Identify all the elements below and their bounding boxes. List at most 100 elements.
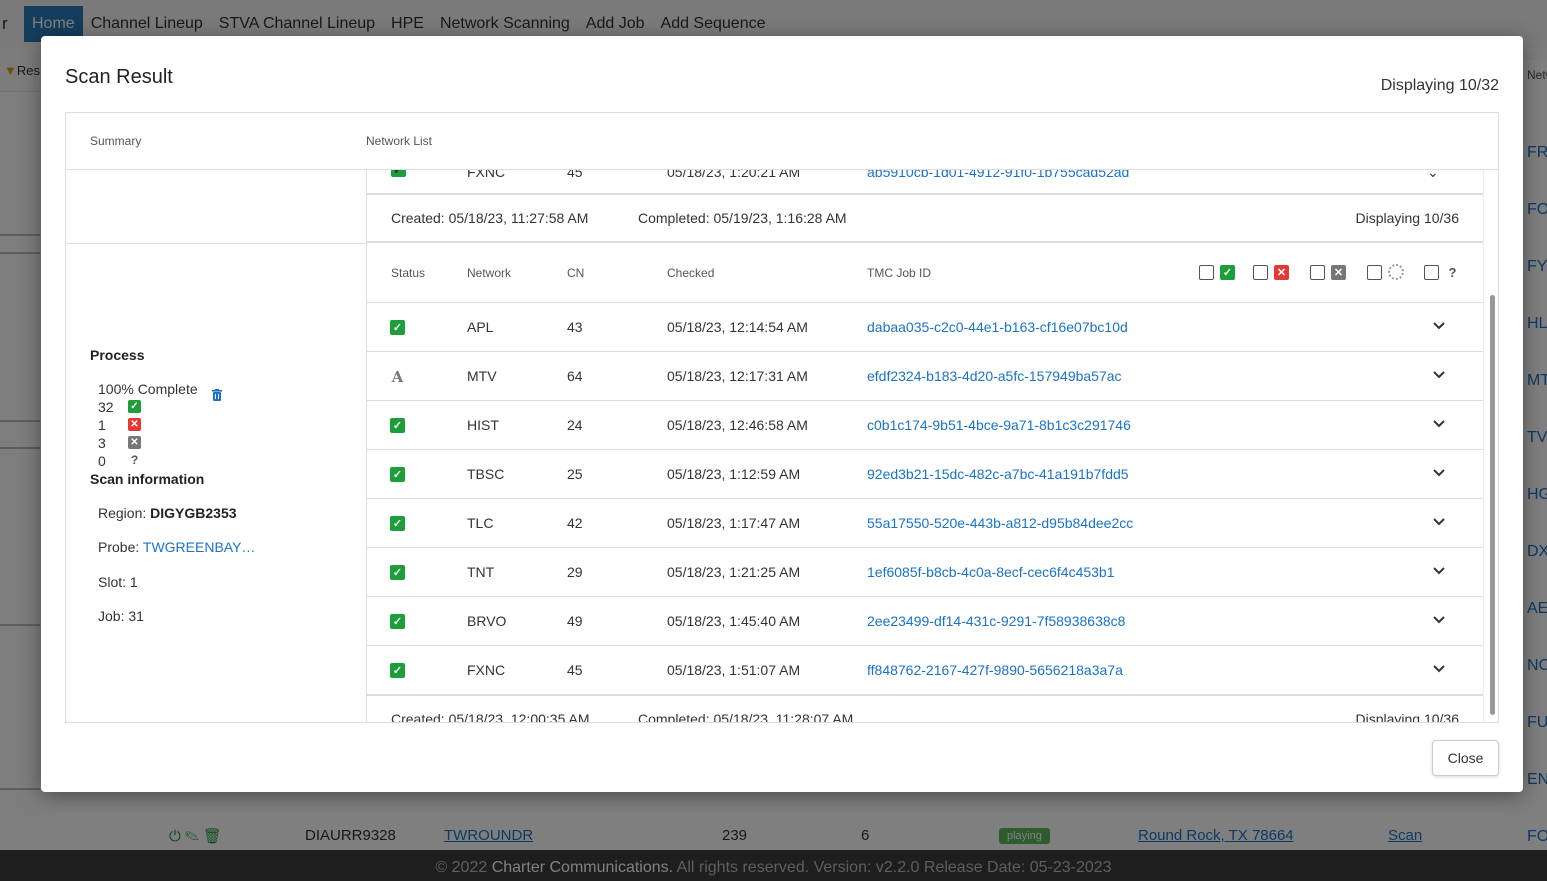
chevron-down-icon[interactable] xyxy=(1429,364,1449,384)
filter-ok[interactable]: ✓ xyxy=(1199,264,1235,280)
scan-result-modal: Scan Result Displaying 10/32 Summary Net… xyxy=(41,36,1523,792)
checked-cell: 05/18/23, 12:17:31 AM xyxy=(667,368,808,384)
block-displaying-count: Displaying 10/36 xyxy=(1355,711,1459,723)
checked-cell: 05/18/23, 1:21:25 AM xyxy=(667,564,801,580)
filter-skipped[interactable]: ✕ xyxy=(1310,264,1346,280)
table-row[interactable]: ✓ TNT 29 05/18/23, 1:21:25 AM 1ef6085f-b8cb-… xyxy=(367,548,1483,597)
trash-icon[interactable] xyxy=(212,389,222,401)
filter-unknown[interactable]: ? xyxy=(1424,264,1460,280)
table-row[interactable]: A MTV 64 05/18/23, 12:17:31 AM efdf2324-b183… xyxy=(367,352,1483,401)
network-cell: FXNC xyxy=(467,170,506,180)
chevron-down-icon[interactable] xyxy=(1429,658,1449,678)
job-id-link[interactable]: c0b1c174-9b51-4bce-9a71-8b1c3c291746 xyxy=(867,417,1131,433)
filter-unknown-checkbox[interactable] xyxy=(1424,264,1439,280)
table-row[interactable]: ✓ APL 43 05/18/23, 12:14:54 AM dabaa035-c2c0… xyxy=(367,303,1483,352)
cn-cell: 43 xyxy=(567,319,583,335)
chevron-down-icon[interactable] xyxy=(1429,560,1449,580)
region-line: Region: DIGYGB2353 xyxy=(98,505,237,521)
status-header: Status xyxy=(391,266,426,280)
column-header: Summary Network List xyxy=(66,113,1498,170)
created-text: Created: 05/18/23, 12:00:35 AM xyxy=(391,711,590,723)
error-icon: ✕ xyxy=(128,418,141,431)
count-unknown: 0 xyxy=(98,453,106,469)
scan-info-title: Scan information xyxy=(90,471,205,487)
network-cell: TLC xyxy=(467,515,494,531)
table-row[interactable]: ✓ FXNC 45 05/18/23, 1:51:07 AM ff848762-2167… xyxy=(367,646,1483,695)
network-header: Network xyxy=(467,266,512,280)
block-meta-bar: Created: 05/18/23, 11:27:58 AM Completed… xyxy=(367,193,1483,243)
job-id-link[interactable]: dabaa035-c2c0-44e1-b163-cf16e07bc10d xyxy=(867,319,1128,335)
cn-cell: 49 xyxy=(567,613,583,629)
modal-title: Scan Result xyxy=(65,66,173,88)
block-meta-bar: Created: 05/18/23, 12:00:35 AM Completed… xyxy=(367,694,1483,723)
check-icon: ✓ xyxy=(390,565,405,580)
job-id-link[interactable]: 92ed3b21-15dc-482c-a7bc-41a191b7fdd5 xyxy=(867,466,1129,482)
error-icon: ✕ xyxy=(1274,264,1289,280)
cn-cell: 24 xyxy=(567,417,583,433)
table-row[interactable]: ✓ HIST 24 05/18/23, 12:46:58 AM c0b1c174-9b5… xyxy=(367,401,1483,450)
job-id-link[interactable]: 55a17550-520e-443b-a812-d95b84dee2cc xyxy=(867,515,1133,531)
count-skipped: 3 xyxy=(98,435,106,451)
check-icon: ✓ xyxy=(390,663,405,678)
job-id-link[interactable]: ff848762-2167-427f-9890-5656218a3a7a xyxy=(867,662,1123,678)
filter-error-checkbox[interactable] xyxy=(1253,264,1268,280)
filter-error[interactable]: ✕ xyxy=(1253,264,1289,280)
check-icon: ✓ xyxy=(1220,264,1235,280)
job-id-link[interactable]: efdf2324-b183-4d20-a5fc-157949ba57ac xyxy=(867,368,1122,384)
table-row[interactable]: ✓ TLC 42 05/18/23, 1:17:47 AM 55a17550-520e-… xyxy=(367,499,1483,548)
checked-header: Checked xyxy=(667,266,715,280)
cn-cell: 64 xyxy=(567,368,583,384)
probe-label: Probe: xyxy=(98,539,140,555)
network-list-pane: ✓ FXNC 45 05/18/23, 1:20:21 AM ab5910cb-… xyxy=(367,170,1483,723)
network-table-header: Status Network CN Checked TMC Job ID ✓ ✕… xyxy=(367,245,1483,303)
chevron-down-icon[interactable] xyxy=(1429,315,1449,335)
chevron-down-icon[interactable] xyxy=(1429,413,1449,433)
table-row[interactable]: ✓ TBSC 25 05/18/23, 1:12:59 AM 92ed3b21-15dc… xyxy=(367,450,1483,499)
table-row[interactable]: ✓ BRVO 49 05/18/23, 1:45:40 AM 2ee23499-df14… xyxy=(367,597,1483,646)
completed-text: Completed: 05/19/23, 1:16:28 AM xyxy=(638,210,847,226)
network-cell: BRVO xyxy=(467,613,507,629)
region-label: Region: xyxy=(98,505,147,521)
job-line: Job: 31 xyxy=(98,608,144,624)
probe-line: Probe: TWGREENBAY… xyxy=(98,539,255,555)
chevron-down-icon[interactable]: ⌄ xyxy=(1427,170,1439,181)
annotation-icon: A xyxy=(391,367,404,386)
unknown-icon: ? xyxy=(1448,264,1457,280)
filter-skipped-checkbox[interactable] xyxy=(1310,264,1325,280)
check-icon: ✓ xyxy=(128,400,141,413)
network-cell: APL xyxy=(467,319,494,335)
summary-cell: Process 100% Complete 32 ✓ 1 ✕ 3 ✕ 0 ? S… xyxy=(66,244,367,722)
checked-cell: 05/18/23, 1:51:07 AM xyxy=(667,662,801,678)
filter-pending-checkbox[interactable] xyxy=(1367,264,1382,280)
checked-cell: 05/18/23, 1:45:40 AM xyxy=(667,613,801,629)
skip-icon: ✕ xyxy=(128,436,141,449)
chevron-down-icon[interactable] xyxy=(1429,462,1449,482)
filter-pending[interactable] xyxy=(1367,264,1404,280)
network-cell: TBSC xyxy=(467,466,505,482)
job-id-link[interactable]: ab5910cb-1d01-4912-91f0-1b755cad52ad xyxy=(867,170,1129,180)
close-button[interactable]: Close xyxy=(1432,740,1499,776)
job-id-link[interactable]: 2ee23499-df14-431c-9291-7f58938638c8 xyxy=(867,613,1125,629)
network-list-column-header: Network List xyxy=(366,134,433,148)
slot-line: Slot: 1 xyxy=(98,574,138,590)
scrollbar-thumb[interactable] xyxy=(1490,295,1495,715)
network-cell: TNT xyxy=(467,564,495,580)
cn-cell: 29 xyxy=(567,564,583,580)
created-text: Created: 05/18/23, 11:27:58 AM xyxy=(391,210,589,226)
chevron-down-icon[interactable] xyxy=(1429,511,1449,531)
chevron-down-icon[interactable] xyxy=(1429,609,1449,629)
job-id-link[interactable]: 1ef6085f-b8cb-4c0a-8ecf-cec6f4c453b1 xyxy=(867,564,1115,580)
cn-cell: 45 xyxy=(567,662,583,678)
process-title: Process xyxy=(90,347,145,363)
scrollbar[interactable] xyxy=(1483,170,1498,722)
probe-link[interactable]: TWGREENBAY… xyxy=(143,539,256,555)
check-icon: ✓ xyxy=(390,467,405,482)
filter-ok-checkbox[interactable] xyxy=(1199,264,1214,280)
count-error: 1 xyxy=(98,417,106,433)
cn-cell: 25 xyxy=(567,466,583,482)
count-ok: 32 xyxy=(98,399,114,415)
table-row: ✓ FXNC 45 05/18/23, 1:20:21 AM ab5910cb-… xyxy=(367,170,1483,194)
network-cell: HIST xyxy=(467,417,499,433)
skip-icon: ✕ xyxy=(1331,264,1346,280)
unknown-icon: ? xyxy=(130,452,139,467)
